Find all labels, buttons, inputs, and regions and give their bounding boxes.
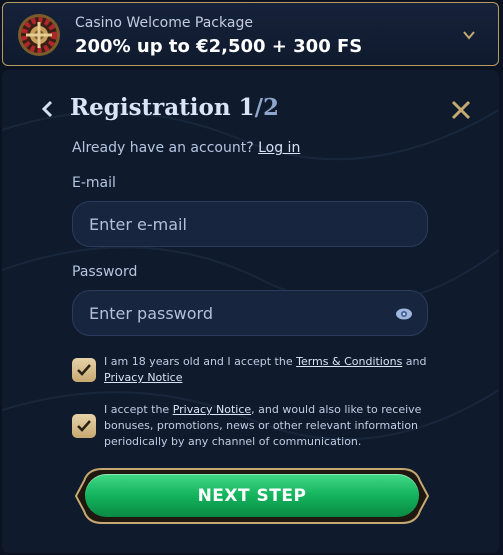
banner-subtitle: Casino Welcome Package: [75, 15, 253, 31]
terms-consent-text: I am 18 years old and I accept the Terms…: [104, 354, 427, 386]
page-title: Registration 1/2: [70, 94, 279, 121]
email-field[interactable]: [73, 202, 427, 246]
checkmark-icon: [77, 364, 91, 376]
terms-checkbox[interactable]: [72, 358, 96, 382]
checkmark-icon: [77, 420, 91, 432]
step-current: 1: [238, 94, 255, 121]
login-link[interactable]: Log in: [258, 140, 300, 156]
registration-panel: Registration 1/2 Already have an account…: [2, 70, 499, 553]
title-text: Registration: [70, 94, 231, 121]
terms-text-before: I am 18 years old and I accept the: [104, 355, 297, 368]
close-icon[interactable]: [450, 99, 472, 121]
password-field[interactable]: [73, 291, 427, 335]
privacy-notice-link[interactable]: Privacy Notice: [104, 371, 182, 384]
step-total: /2: [254, 94, 280, 121]
marketing-checkbox[interactable]: [72, 414, 96, 438]
welcome-package-banner[interactable]: Casino Welcome Package 200% up to €2,500…: [2, 2, 499, 66]
roulette-icon: [18, 14, 60, 56]
terms-consent-row: I am 18 years old and I accept the Terms…: [72, 354, 432, 388]
email-field-wrapper: [72, 201, 428, 247]
password-label: Password: [72, 264, 138, 280]
email-label: E-mail: [72, 175, 116, 191]
login-prompt: Already have an account? Log in: [72, 140, 300, 156]
marketing-privacy-notice-link[interactable]: Privacy Notice: [173, 403, 251, 416]
marketing-text-before: I accept the: [104, 403, 173, 416]
next-step-button-frame: NEXT STEP: [74, 467, 430, 525]
chevron-down-icon[interactable]: [462, 28, 476, 42]
login-prompt-text: Already have an account?: [72, 140, 254, 156]
banner-title: 200% up to €2,500 + 300 FS: [75, 36, 363, 57]
terms-text-and: and: [402, 355, 427, 368]
marketing-consent-text: I accept the Privacy Notice, and would a…: [104, 402, 426, 450]
chevron-left-icon[interactable]: [40, 100, 54, 118]
marketing-consent-row: I accept the Privacy Notice, and would a…: [72, 402, 432, 452]
terms-link[interactable]: Terms & Conditions: [296, 355, 402, 368]
eye-icon[interactable]: [395, 306, 413, 322]
password-field-wrapper: [72, 290, 428, 336]
next-step-button[interactable]: NEXT STEP: [85, 474, 419, 517]
